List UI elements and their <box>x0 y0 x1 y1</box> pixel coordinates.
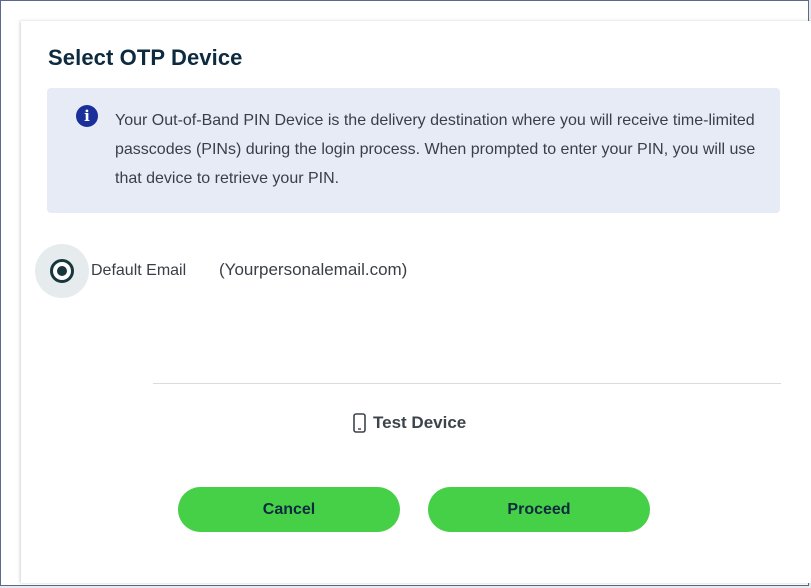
window-frame: Select OTP Device i Your Out-of-Band PIN… <box>0 0 811 586</box>
info-icon: i <box>76 105 98 127</box>
cancel-button[interactable]: Cancel <box>178 487 400 532</box>
radio-selected-dot <box>57 266 67 276</box>
default-email-radio[interactable] <box>50 259 74 283</box>
proceed-button[interactable]: Proceed <box>428 487 650 532</box>
phone-icon <box>353 413 366 433</box>
device-option-default-email[interactable]: Default Email (Yourpersonalemail.com) <box>35 244 535 298</box>
test-device-label[interactable]: Test Device <box>373 413 466 433</box>
default-email-label[interactable]: Default Email <box>91 262 186 280</box>
dialog-title: Select OTP Device <box>48 45 243 70</box>
test-device-link[interactable]: Test Device <box>353 410 466 436</box>
info-banner: i Your Out-of-Band PIN Device is the del… <box>47 88 780 213</box>
section-divider <box>153 383 781 384</box>
select-otp-device-dialog: Select OTP Device i Your Out-of-Band PIN… <box>21 21 811 583</box>
info-text: Your Out-of-Band PIN Device is the deliv… <box>115 112 756 187</box>
default-email-address: (Yourpersonalemail.com) <box>219 260 408 279</box>
